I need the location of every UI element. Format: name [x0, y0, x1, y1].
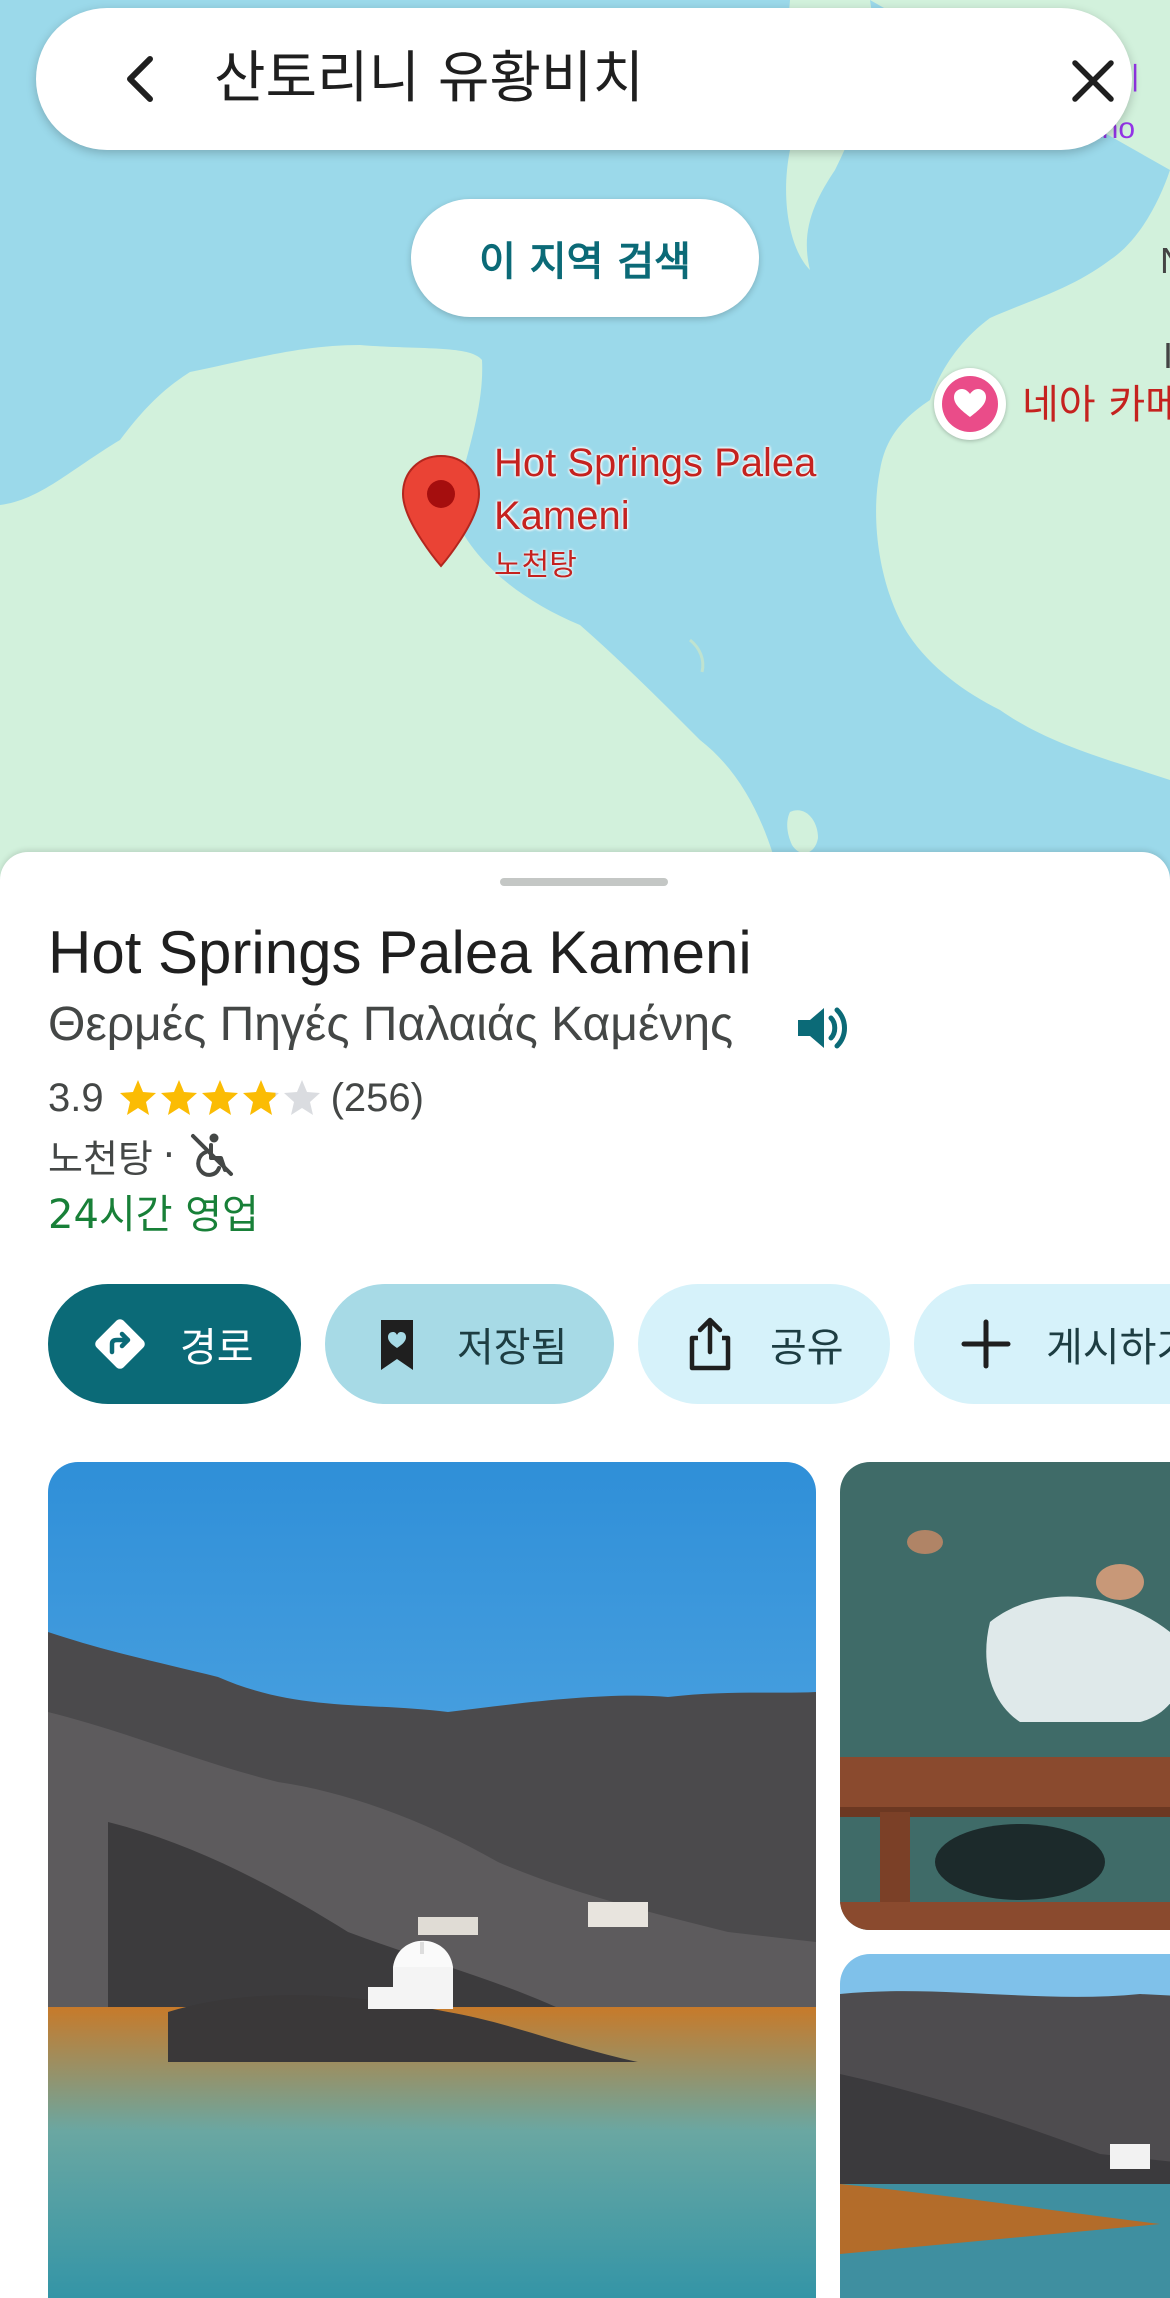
search-query[interactable]: 산토리니 유황비치	[214, 44, 644, 114]
rating-value: 3.9	[48, 1075, 104, 1120]
map-view[interactable]: 트리 ano N I 산토리니 유황비치 이 지역 검색 네아 카메 Hot S…	[0, 0, 1170, 900]
place-category: 노천탕	[48, 1136, 153, 1181]
place-photo-main[interactable]	[48, 1462, 816, 2298]
opening-hours[interactable]: 24시간 영업	[48, 1182, 259, 1240]
search-this-area-button[interactable]: 이 지역 검색	[411, 199, 759, 317]
photo-water-splash	[840, 1462, 1170, 1930]
speaker-icon[interactable]	[790, 996, 854, 1060]
action-buttons: 경로 저장됨 공유 게시하기	[48, 1284, 1170, 1404]
search-bar[interactable]: 산토리니 유황비치	[36, 8, 1132, 150]
star-icon	[160, 1080, 197, 1115]
category-row: 노천탕 ·	[48, 1124, 237, 1186]
selected-place-category: 노천탕	[494, 548, 577, 583]
directions-button[interactable]: 경로	[48, 1284, 301, 1404]
plus-icon	[961, 1319, 1011, 1369]
review-count[interactable]: (256)	[331, 1076, 424, 1121]
share-icon	[689, 1317, 731, 1371]
drag-handle[interactable]	[500, 878, 668, 886]
directions-icon	[95, 1319, 145, 1369]
share-label: 공유	[770, 1325, 844, 1371]
favorite-place-marker[interactable]	[934, 368, 1006, 440]
favorite-place-label[interactable]: 네아 카메	[1022, 372, 1170, 430]
separator: ·	[162, 1133, 175, 1177]
place-title: Hot Springs Palea Kameni	[48, 919, 752, 986]
saved-label: 저장됨	[457, 1325, 568, 1371]
not-wheelchair-accessible-icon	[190, 1133, 233, 1177]
rating-row[interactable]: 3.9 (256)	[48, 1070, 424, 1126]
share-button[interactable]: 공유	[638, 1284, 890, 1404]
directions-label: 경로	[180, 1325, 254, 1371]
photo-volcanic-bay	[840, 1954, 1170, 2298]
saved-bookmark-heart-icon	[381, 1320, 413, 1370]
star-icon	[201, 1080, 238, 1115]
photo-volcanic-shore	[48, 1462, 816, 2298]
place-photo-bay[interactable]	[840, 1954, 1170, 2298]
map-edge-label: N	[1160, 240, 1170, 282]
selected-place-label[interactable]: Hot Springs Palea Kameni	[494, 437, 854, 543]
post-label: 게시하기	[1046, 1325, 1170, 1371]
arrow-back-icon[interactable]	[116, 53, 168, 105]
place-details-sheet[interactable]: Hot Springs Palea Kameni Θερμές Πηγές Πα…	[0, 852, 1170, 2298]
place-photo-swimmers[interactable]	[840, 1462, 1170, 1930]
map-pin-icon[interactable]	[400, 452, 482, 572]
rating-stars	[118, 1078, 323, 1118]
post-button[interactable]: 게시하기	[914, 1284, 1170, 1404]
star-icon	[119, 1080, 156, 1115]
place-local-name: Θερμές Πηγές Παλαιάς Καμένης	[48, 998, 734, 1051]
star-icon	[242, 1080, 279, 1115]
close-icon[interactable]	[1070, 58, 1116, 104]
map-edge-label: I	[1163, 335, 1170, 376]
heart-icon	[942, 376, 998, 432]
star-icon	[283, 1080, 320, 1115]
saved-button[interactable]: 저장됨	[325, 1284, 614, 1404]
